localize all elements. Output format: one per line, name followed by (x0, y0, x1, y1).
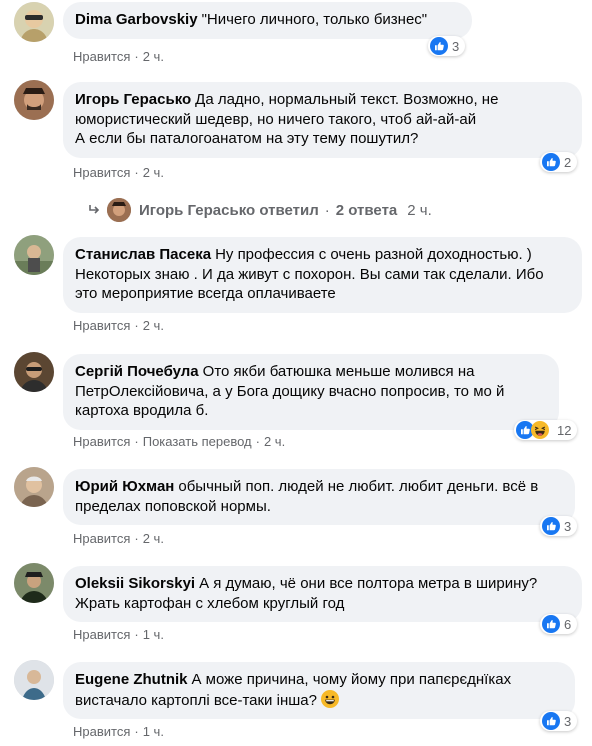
haha-reaction-icon (531, 421, 549, 439)
comment-bubble: Dima Garbovskiy "Ничего личного, только б… (63, 2, 472, 39)
avatar (107, 198, 131, 222)
separator: · (134, 318, 139, 333)
comment-actions: Нравится · 1 ч. (73, 724, 164, 740)
like-link[interactable]: Нравится (73, 724, 130, 739)
avatar[interactable] (14, 563, 54, 603)
like-link[interactable]: Нравится (73, 318, 130, 333)
view-replies-link[interactable]: Игорь Герасько ответил · 2 ответа 2 ч. (87, 198, 432, 222)
avatar[interactable] (14, 235, 54, 275)
grinning-emoji-icon (321, 689, 340, 708)
separator: · (134, 627, 139, 642)
separator: · (134, 49, 139, 64)
separator: · (134, 165, 139, 180)
comment-actions: Нравится · 1 ч. (73, 627, 164, 643)
comment-time[interactable]: 2 ч. (264, 434, 285, 449)
comment-actions: Нравится · 2 ч. (73, 531, 164, 547)
avatar-image (14, 467, 54, 507)
like-reaction-icon (430, 37, 448, 55)
comment-bubble: Eugene Zhutnik А може причина, чому йому … (63, 662, 575, 719)
reaction-summary[interactable]: 3 (540, 516, 578, 536)
like-reaction-icon (542, 517, 560, 535)
comment-time[interactable]: 2 ч. (143, 318, 164, 333)
comment-time[interactable]: 2 ч. (143, 531, 164, 546)
like-reaction-icon (542, 712, 560, 730)
avatar-image (14, 80, 54, 120)
like-link[interactable]: Нравится (73, 627, 130, 642)
avatar-image (14, 2, 54, 42)
avatar-image (14, 563, 54, 603)
comment-text: "Ничего личного, только бизнес" (201, 11, 428, 28)
separator: · (134, 724, 139, 739)
comment-author[interactable]: Игорь Герасько (75, 91, 191, 108)
replies-time: 2 ч. (407, 201, 432, 219)
comment-time[interactable]: 2 ч. (143, 165, 164, 180)
comment-bubble: Сергій Почебула Ото якби батюшка меньше м… (63, 354, 559, 430)
separator: · (255, 434, 260, 449)
reaction-summary[interactable]: 2 (540, 152, 578, 172)
comment-author[interactable]: Юрий Юхман (75, 478, 174, 495)
comment-time[interactable]: 1 ч. (143, 724, 164, 739)
comment-author[interactable]: Станислав Пасека (75, 246, 211, 263)
comment-bubble: Станислав Пасека Ну профессия с очень раз… (63, 237, 582, 313)
avatar[interactable] (14, 352, 54, 392)
avatar-image (14, 235, 54, 275)
comment-author[interactable]: Dima Garbovskiy (75, 11, 198, 28)
avatar[interactable] (14, 80, 54, 120)
avatar-image (14, 660, 54, 700)
comment-bubble: Oleksii Sikorskyi А я думаю, чё они все п… (63, 566, 582, 622)
like-reaction-icon (542, 153, 560, 171)
avatar[interactable] (14, 660, 54, 700)
like-link[interactable]: Нравится (73, 434, 130, 449)
comment-bubble: Юрий Юхман обычный поп. людей не любит. л… (63, 469, 575, 525)
avatar-image (14, 352, 54, 392)
reaction-count: 12 (557, 422, 572, 438)
like-link[interactable]: Нравится (73, 165, 130, 180)
separator: · (134, 531, 139, 546)
replies-count[interactable]: 2 ответа (336, 202, 398, 219)
like-reaction-icon (542, 615, 560, 633)
reaction-summary[interactable]: 12 (514, 420, 578, 440)
like-link[interactable]: Нравится (73, 49, 130, 64)
comment-author[interactable]: Oleksii Sikorskyi (75, 575, 195, 592)
reaction-summary[interactable]: 3 (428, 36, 466, 56)
reply-arrow-icon (89, 205, 100, 214)
comment-author[interactable]: Eugene Zhutnik (75, 671, 188, 688)
separator: · (134, 434, 139, 449)
comment-actions: Нравится · 2 ч. (73, 165, 164, 181)
reaction-count: 3 (564, 713, 572, 729)
like-link[interactable]: Нравится (73, 531, 130, 546)
reaction-count: 3 (564, 518, 572, 534)
reaction-count: 2 (564, 154, 572, 170)
comment-actions: Нравится · 2 ч. (73, 318, 164, 334)
avatar[interactable] (14, 467, 54, 507)
reaction-count: 3 (452, 38, 460, 54)
reaction-summary[interactable]: 6 (540, 614, 578, 634)
comment-time[interactable]: 1 ч. (143, 627, 164, 642)
reaction-summary[interactable]: 3 (540, 711, 578, 731)
comment-author[interactable]: Сергій Почебула (75, 363, 199, 380)
reaction-count: 6 (564, 616, 572, 632)
show-translation-link[interactable]: Показать перевод (143, 434, 252, 449)
avatar[interactable] (14, 2, 54, 42)
replies-label[interactable]: Игорь Герасько ответил (139, 202, 319, 219)
separator: · (324, 201, 330, 219)
comment-actions: Нравится · 2 ч. (73, 49, 164, 65)
comment-actions: Нравится · Показать перевод · 2 ч. (73, 434, 285, 450)
comment-bubble: Игорь Герасько Да ладно, нормальный текст… (63, 82, 582, 158)
comment-time[interactable]: 2 ч. (143, 49, 164, 64)
